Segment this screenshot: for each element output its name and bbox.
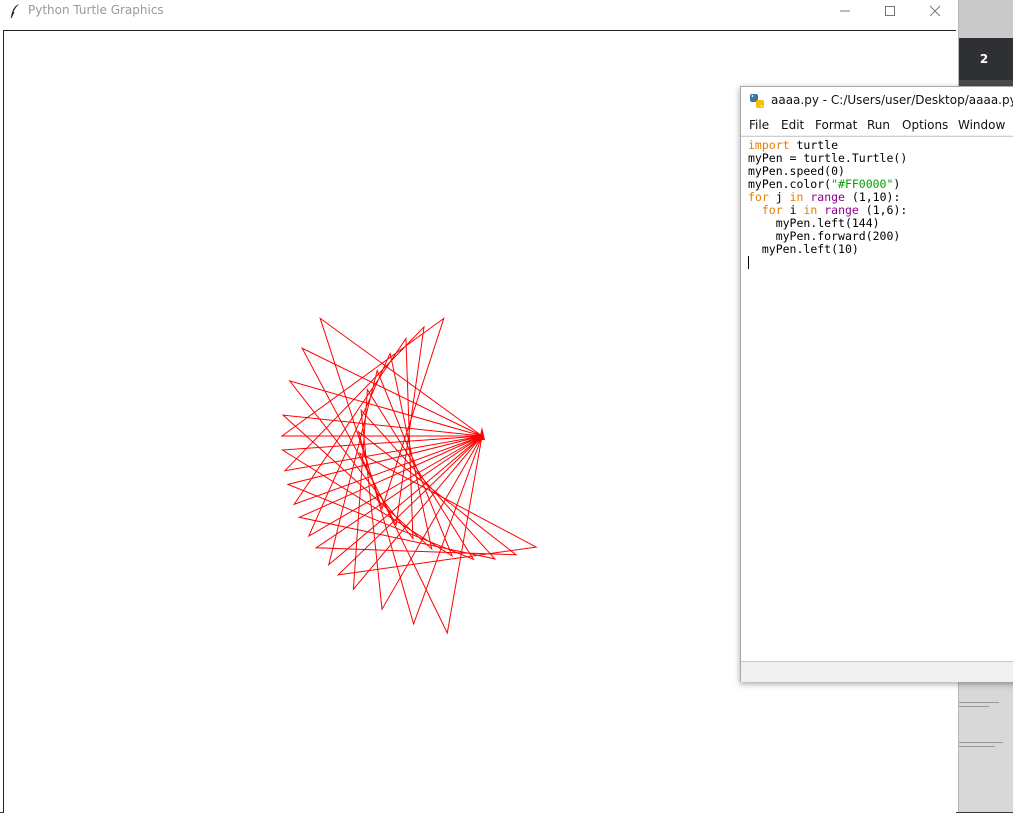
feather-icon xyxy=(10,4,19,19)
maximize-icon xyxy=(885,6,895,16)
menu-window[interactable]: Window xyxy=(958,118,1005,132)
close-icon xyxy=(929,5,941,17)
turtle-cursor-icon xyxy=(479,427,485,440)
code-line: myPen.left(10) xyxy=(761,242,859,256)
python-icon xyxy=(750,94,764,108)
menu-file[interactable]: File xyxy=(749,118,769,132)
turtle-path xyxy=(280,317,538,635)
menu-options[interactable]: Options xyxy=(902,118,948,132)
close-button[interactable] xyxy=(912,0,958,22)
idle-title-bar[interactable]: aaaa.py - C:/Users/user/Desktop/aaaa.py … xyxy=(741,87,1013,115)
maximize-button[interactable] xyxy=(867,0,913,22)
background-window-bottom xyxy=(955,680,1013,812)
menu-run[interactable]: Run xyxy=(867,118,890,132)
turtle-window-title: Python Turtle Graphics xyxy=(28,3,164,17)
menu-format[interactable]: Format xyxy=(815,118,857,132)
minimize-button[interactable] xyxy=(822,0,868,22)
background-window-top xyxy=(955,0,1013,38)
code-line xyxy=(748,256,907,269)
text-cursor xyxy=(748,256,749,269)
background-badge: 2 xyxy=(979,52,989,66)
idle-window-title: aaaa.py - C:/Users/user/Desktop/aaaa.py … xyxy=(771,93,1013,107)
turtle-title-bar[interactable]: Python Turtle Graphics xyxy=(0,0,958,30)
idle-menu-bar: File Edit Format Run Options Window xyxy=(741,115,1013,135)
code-editor[interactable]: import turtle myPen = turtle.Turtle() myPe… xyxy=(741,136,1013,661)
minimize-icon xyxy=(840,10,850,12)
idle-editor-window: aaaa.py - C:/Users/user/Desktop/aaaa.py … xyxy=(740,86,1013,682)
menu-edit[interactable]: Edit xyxy=(781,118,804,132)
status-bar xyxy=(741,661,1013,682)
code-text: import turtle myPen = turtle.Turtle() myPe… xyxy=(748,139,907,269)
